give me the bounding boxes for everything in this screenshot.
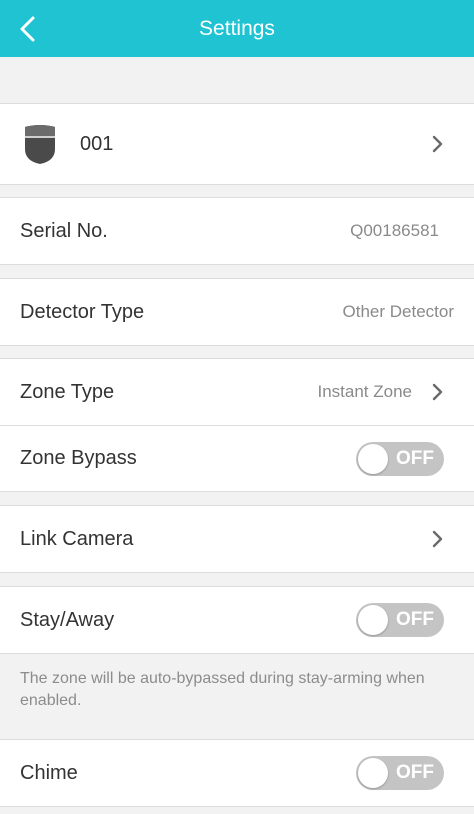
- toggle-state: OFF: [396, 447, 434, 469]
- zone-type-value: Instant Zone: [317, 382, 412, 401]
- chevron-right-icon: [432, 529, 444, 549]
- chevron-right-icon: [432, 382, 444, 402]
- zone-bypass-toggle[interactable]: OFF: [356, 441, 444, 476]
- chime-section: Chime OFF: [0, 739, 474, 807]
- chime-label: Chime: [20, 761, 78, 784]
- toggle-knob: [358, 605, 388, 635]
- serial-row: Serial No. Q00186581: [0, 198, 474, 264]
- stay-away-row: Stay/Away OFF: [0, 587, 474, 653]
- zone-type-row[interactable]: Zone Type Instant Zone: [0, 359, 474, 425]
- stay-away-toggle[interactable]: OFF: [356, 603, 444, 637]
- detector-device-icon: [25, 125, 55, 164]
- link-camera-row[interactable]: Link Camera: [0, 506, 474, 572]
- detector-type-row: Detector Type Other Detector: [0, 279, 474, 345]
- header-bar: Settings: [0, 0, 474, 57]
- zone-bypass-row: Zone Bypass OFF: [0, 425, 474, 491]
- device-section: 001: [0, 103, 474, 185]
- toggle-state: OFF: [396, 762, 434, 783]
- link-camera-section: Link Camera: [0, 505, 474, 573]
- detector-type-label: Detector Type: [20, 300, 145, 323]
- zone-bypass-label: Zone Bypass: [20, 447, 137, 469]
- stay-away-section: Stay/Away OFF: [0, 586, 474, 654]
- chime-row: Chime OFF: [0, 740, 474, 806]
- serial-label: Serial No.: [20, 219, 108, 242]
- zone-type-label: Zone Type: [20, 380, 115, 403]
- page-title: Settings: [199, 17, 275, 40]
- detector-type-value: Other Detector: [342, 302, 455, 321]
- serial-section: Serial No. Q00186581: [0, 197, 474, 265]
- link-camera-label: Link Camera: [20, 527, 134, 550]
- stay-away-note: The zone will be auto-bypassed during st…: [20, 670, 425, 709]
- stay-away-label: Stay/Away: [20, 608, 115, 631]
- device-name: 001: [80, 132, 114, 155]
- toggle-state: OFF: [396, 609, 434, 630]
- toggle-knob: [358, 443, 388, 474]
- chevron-right-icon: [432, 134, 444, 154]
- toggle-knob: [358, 758, 388, 788]
- zone-section: Zone Type Instant Zone Zone Bypass OFF: [0, 358, 474, 492]
- detector-type-section: Detector Type Other Detector: [0, 278, 474, 346]
- device-row[interactable]: 001: [0, 104, 474, 184]
- chime-toggle[interactable]: OFF: [356, 756, 444, 790]
- serial-value: Q00186581: [350, 221, 439, 240]
